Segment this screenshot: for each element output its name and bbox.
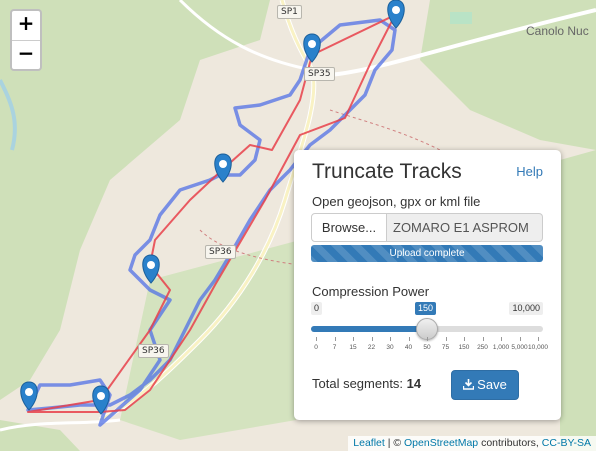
slider-tick	[371, 337, 373, 341]
slider-tick	[390, 337, 391, 341]
place-label: Canolo Nuc	[526, 24, 589, 38]
panel-title: Truncate Tracks	[312, 160, 462, 183]
slider-max-label: 10,000	[509, 302, 543, 315]
segments-label: Total segments:	[312, 376, 404, 391]
slider-ticks: 0 7 15 22 30 40 50 75 150 250 1,000 5,000 10,000	[311, 337, 548, 355]
slider-tick	[427, 337, 428, 341]
slider-tick-label: 10,000	[528, 344, 548, 351]
upload-progress-bar: Upload complete	[311, 245, 543, 262]
save-button[interactable]: Save	[451, 370, 519, 400]
leaflet-link[interactable]: Leaflet	[353, 437, 385, 449]
slider-tick	[519, 337, 521, 341]
slider-tick-label: 0	[314, 344, 318, 351]
zoom-out-button[interactable]: −	[12, 40, 40, 69]
forest-area	[560, 150, 596, 451]
attribution-contrib: contributors,	[478, 437, 542, 449]
zoom-in-button[interactable]: +	[12, 11, 40, 40]
zoom-control: + −	[10, 9, 42, 71]
slider-tick-label: 15	[349, 344, 357, 351]
slider-fill	[311, 326, 427, 332]
browse-button[interactable]: Browse...	[311, 213, 387, 242]
compression-slider[interactable]: 0 150 10,000 0 7 15 22 30 40 50 75 150 250 1,000 5,…	[311, 302, 548, 362]
file-label: Open geojson, gpx or kml file	[312, 194, 481, 209]
filename-field[interactable]: ZOMARO E1 ASPROM	[387, 213, 543, 242]
slider-tick	[501, 337, 502, 341]
slider-tick	[538, 337, 539, 341]
segments-value: 14	[406, 376, 422, 391]
help-link[interactable]: Help	[516, 164, 543, 179]
park-area	[450, 12, 472, 24]
slider-min-label: 0	[311, 302, 323, 315]
road-label-sp1: SP1	[277, 5, 302, 19]
slider-tick	[334, 337, 336, 341]
compression-label: Compression Power	[312, 284, 430, 299]
road-label-sp36: SP36	[138, 344, 169, 358]
slider-tick-label: 22	[367, 344, 376, 351]
slider-tick	[445, 337, 447, 341]
slider-tick-label: 250	[477, 344, 488, 351]
slider-tick-label: 75	[441, 344, 450, 351]
truncate-panel: Truncate Tracks Help Open geojson, gpx o…	[294, 150, 561, 420]
license-link[interactable]: CC-BY-SA	[542, 437, 591, 449]
slider-tick-label: 50	[423, 344, 431, 351]
slider-tick-label: 7	[332, 344, 337, 351]
slider-tick	[353, 337, 354, 341]
slider-tick	[482, 337, 484, 341]
total-segments: Total segments: 14	[312, 376, 421, 391]
slider-tick-label: 150	[458, 344, 470, 351]
slider-tick-label: 5,000	[511, 344, 528, 351]
slider-tick-label: 30	[386, 344, 394, 351]
slider-tick	[316, 337, 317, 341]
attribution-sep: | ©	[384, 437, 405, 449]
road-label-sp36: SP36	[205, 245, 236, 259]
road-label-sp35: SP35	[304, 67, 335, 81]
file-input-group: Browse... ZOMARO E1 ASPROM	[311, 213, 543, 242]
save-label: Save	[477, 377, 507, 392]
download-icon	[462, 379, 475, 390]
slider-tick-label: 40	[404, 344, 413, 351]
slider-value-label: 150	[415, 302, 437, 315]
slider-tick-label: 1,000	[492, 344, 510, 351]
slider-tick	[408, 337, 410, 341]
slider-tick	[464, 337, 465, 341]
osm-link[interactable]: OpenStreetMap	[404, 437, 478, 449]
map-attribution: Leaflet | © OpenStreetMap contributors, …	[348, 436, 596, 451]
